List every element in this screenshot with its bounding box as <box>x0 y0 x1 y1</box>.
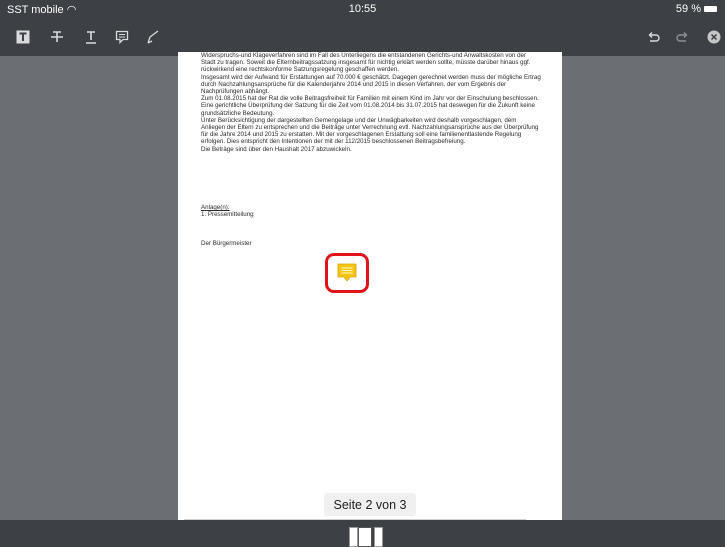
underline-icon[interactable] <box>81 27 101 47</box>
redo-icon[interactable] <box>673 27 693 47</box>
page-thumbnail[interactable] <box>349 527 358 547</box>
page-indicator: Seite 2 von 3 <box>324 493 416 516</box>
battery-indicator: 59 % <box>676 3 717 15</box>
attachment-item: 1. Pressemitteilung <box>201 211 254 219</box>
undo-icon[interactable] <box>643 27 663 47</box>
paragraph: Unter Berücksichtigung der dargestellten… <box>201 116 539 146</box>
text-box-icon[interactable] <box>13 27 33 47</box>
document-body: Widerspruchs-und Klageverfahren sind im … <box>201 52 541 153</box>
paragraph: Insgesamt wird der Aufwand für Erstattun… <box>201 73 541 96</box>
sticky-note-icon <box>337 263 357 282</box>
paragraph: Zum 01.08.2015 hat der Rat die volle Bei… <box>201 95 539 117</box>
annotation-toolbar <box>0 18 725 56</box>
attachments: Anlage(n): 1. Pressemitteilung <box>201 204 254 218</box>
page-thumbnail-current[interactable] <box>358 527 372 547</box>
strikethrough-icon[interactable] <box>47 27 67 47</box>
right-margin <box>562 56 725 520</box>
left-margin <box>0 56 178 520</box>
note-annotation[interactable] <box>325 253 369 293</box>
battery-icon <box>704 6 717 12</box>
page-thumbnails[interactable] <box>347 527 387 547</box>
status-bar: SST mobile ◠ 10:55 59 % <box>0 0 725 18</box>
close-icon[interactable] <box>704 27 724 47</box>
note-icon[interactable] <box>112 27 132 47</box>
clock: 10:55 <box>348 3 377 15</box>
paragraph: Widerspruchs-und Klageverfahren sind im … <box>201 52 531 74</box>
pen-icon[interactable] <box>143 27 163 47</box>
attachments-heading: Anlage(n): <box>201 204 230 211</box>
document-page[interactable]: Widerspruchs-und Klageverfahren sind im … <box>178 52 562 520</box>
signature: Der Bürgermeister <box>201 240 252 247</box>
page-thumbnail[interactable] <box>374 527 383 547</box>
paragraph: Die Beträge sind über den Haushalt 2017 … <box>201 145 352 153</box>
